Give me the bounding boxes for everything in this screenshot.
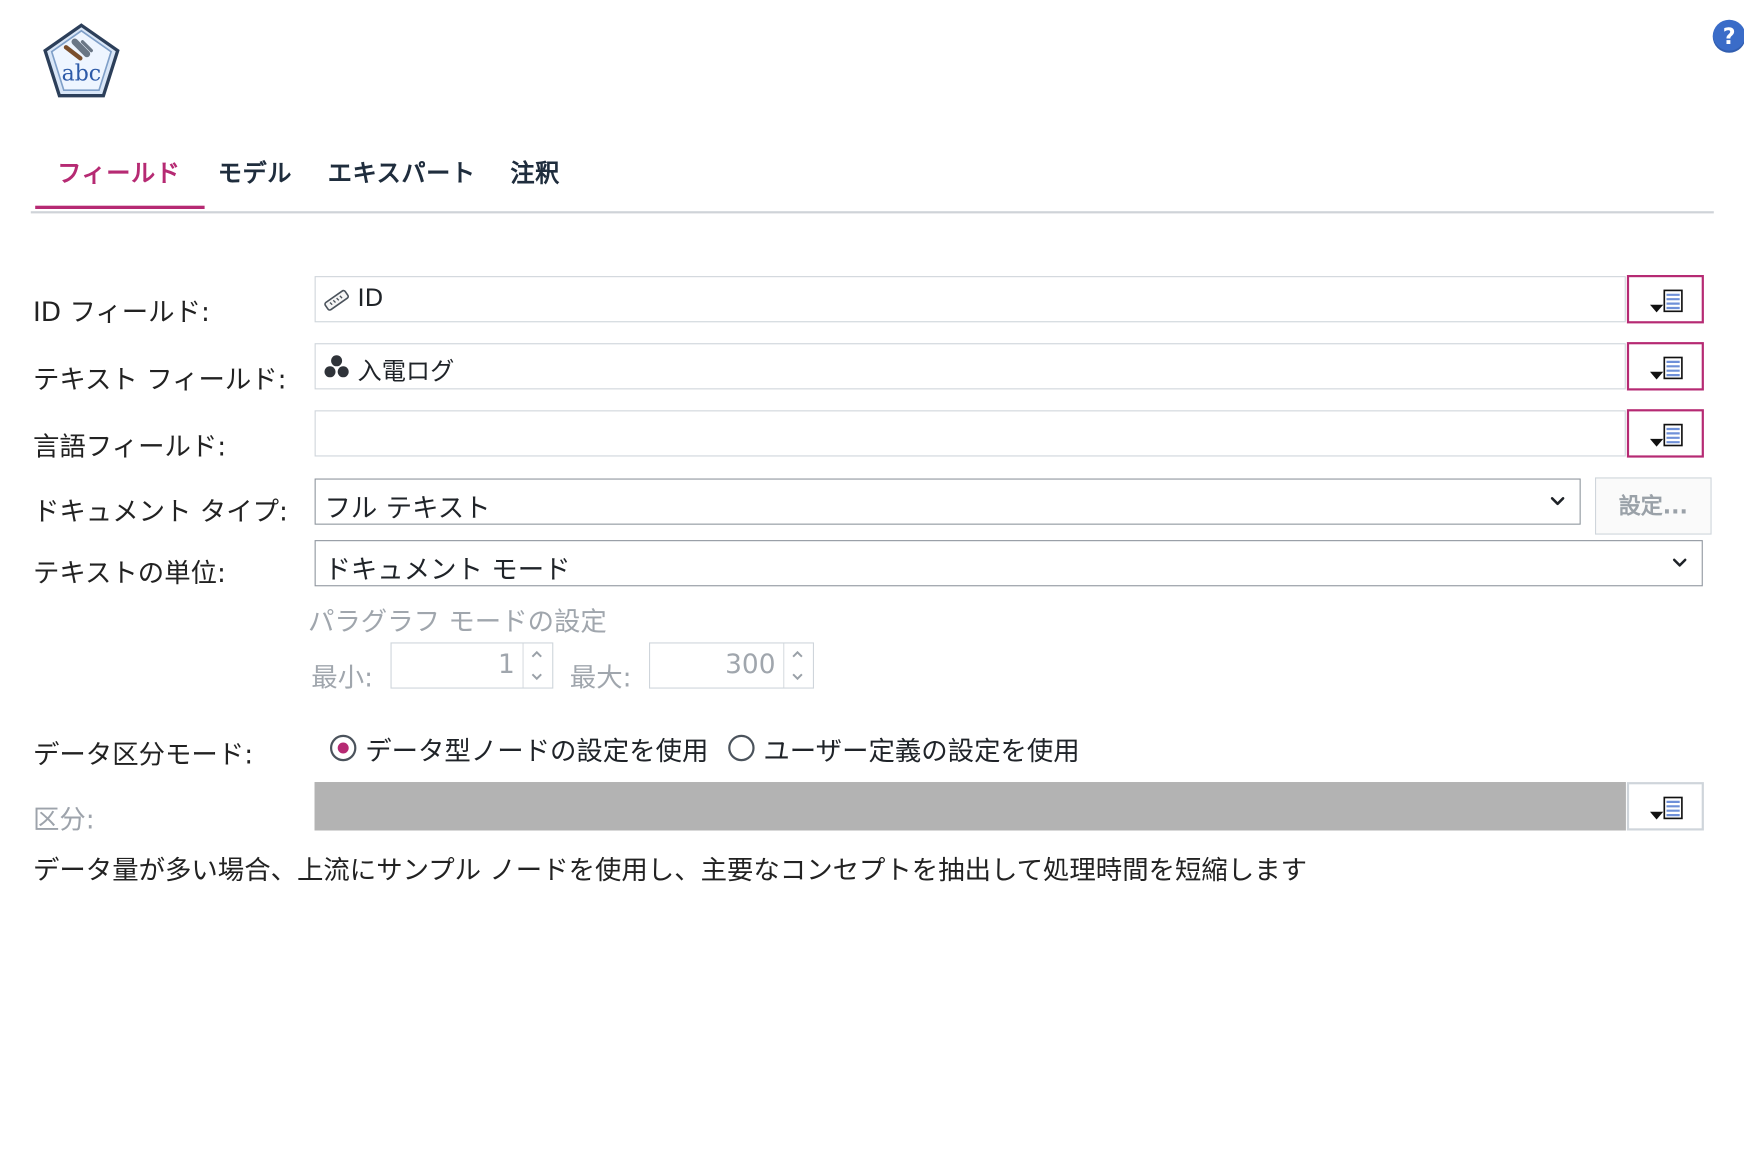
min-spinner-arrows[interactable] xyxy=(522,643,553,688)
tab-fields[interactable]: フィールド xyxy=(35,154,205,210)
field-picker-icon xyxy=(1650,289,1683,313)
language-field-picker-button[interactable] xyxy=(1626,409,1704,458)
partition-mode-option-datatype-label: データ型ノードの設定を使用 xyxy=(365,735,709,767)
text-unit-select[interactable]: ドキュメント モード xyxy=(314,540,1703,587)
partition-mode-option-custom-label: ユーザー定義の設定を使用 xyxy=(763,735,1080,767)
spinner-down-icon xyxy=(531,673,542,681)
document-type-label: ドキュメント タイプ: xyxy=(33,496,288,527)
tab-expert[interactable]: エキスパート xyxy=(328,154,476,207)
partition-field-input xyxy=(314,782,1626,831)
svg-text:abc: abc xyxy=(62,61,102,86)
ruler-icon xyxy=(321,285,352,316)
settings-button[interactable]: 設定... xyxy=(1595,477,1712,535)
triangle-dots-icon xyxy=(321,352,352,383)
text-field-value: 入電ログ xyxy=(357,358,455,387)
partition-label: 区分: xyxy=(33,804,95,835)
radio-unchecked-icon[interactable] xyxy=(728,734,755,762)
partition-mode-label: データ区分モード: xyxy=(33,739,254,770)
partition-field-picker-button xyxy=(1626,782,1704,831)
partition-mode-option-datatype[interactable]: データ型ノードの設定を使用 xyxy=(330,729,708,768)
dialog-canvas: abc ? フィールド モデル エキスパート 注釈 ID フィールド: ID テ… xyxy=(0,0,1744,1170)
partition-mode-option-custom[interactable]: ユーザー定義の設定を使用 xyxy=(728,729,1080,768)
text-field-label: テキスト フィールド: xyxy=(33,364,287,395)
text-field-picker-button[interactable] xyxy=(1626,342,1704,391)
text-field-input[interactable]: 入電ログ xyxy=(314,343,1626,390)
tab-bar: フィールド モデル エキスパート 注釈 xyxy=(30,141,1714,214)
tab-model[interactable]: モデル xyxy=(218,154,292,207)
performance-note: データ量が多い場合、上流にサンプル ノードを使用し、主要なコンセプトを抽出して処… xyxy=(33,854,1308,886)
paragraph-mode-title: パラグラフ モードの設定 xyxy=(308,606,607,637)
spinner-down-icon xyxy=(792,673,803,681)
spinner-up-icon xyxy=(531,650,542,658)
window-controls: ? xyxy=(1712,19,1744,53)
document-type-select[interactable]: フル テキスト xyxy=(314,478,1581,525)
id-field-value: ID xyxy=(357,284,384,313)
field-picker-icon xyxy=(1650,356,1683,380)
max-value: 300 xyxy=(725,649,776,680)
tab-annotation[interactable]: 注釈 xyxy=(510,154,560,207)
partition-mode-radio-group: データ型ノードの設定を使用 ユーザー定義の設定を使用 xyxy=(330,728,1080,768)
min-spinner[interactable]: 1 xyxy=(390,642,554,689)
language-field-input[interactable] xyxy=(314,410,1626,457)
chevron-down-icon xyxy=(1672,558,1687,567)
max-spinner-arrows[interactable] xyxy=(783,643,813,688)
min-label: 最小: xyxy=(311,662,374,693)
max-spinner[interactable]: 300 xyxy=(649,642,814,689)
chevron-down-icon xyxy=(1550,497,1565,506)
min-value: 1 xyxy=(497,649,515,680)
max-label: 最大: xyxy=(569,662,632,693)
radio-checked-icon[interactable] xyxy=(330,734,357,762)
field-picker-icon xyxy=(1650,423,1683,447)
spinner-up-icon xyxy=(792,650,803,658)
text-mining-node-icon: abc xyxy=(42,22,121,101)
id-field-input[interactable]: ID xyxy=(314,276,1626,323)
help-button[interactable]: ? xyxy=(1712,19,1744,53)
id-field-label: ID フィールド: xyxy=(33,297,210,328)
language-field-label: 言語フィールド: xyxy=(33,431,227,462)
id-field-picker-button[interactable] xyxy=(1626,275,1704,324)
document-type-value: フル テキスト xyxy=(324,492,491,524)
field-picker-icon xyxy=(1650,796,1683,820)
text-unit-value: ドキュメント モード xyxy=(324,554,571,586)
text-unit-label: テキストの単位: xyxy=(33,557,226,589)
